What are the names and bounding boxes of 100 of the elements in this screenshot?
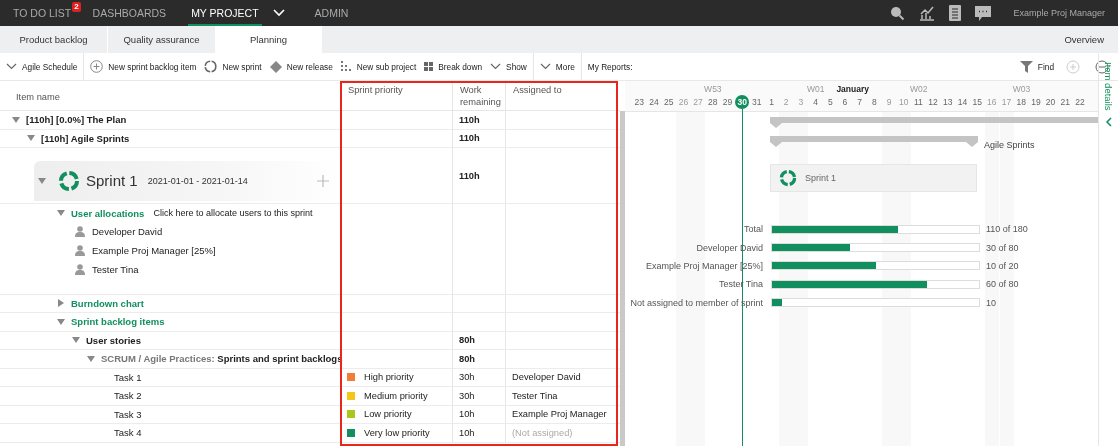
toolbar-button[interactable]: Agile Schedule xyxy=(4,53,84,80)
allocation-reading: 10 of 20 xyxy=(986,260,1019,271)
toolbar-button[interactable]: New sprint xyxy=(202,53,268,80)
toolbar-button[interactable]: New sprint backlog item xyxy=(83,53,203,80)
day-label: 28 xyxy=(707,96,719,109)
work-remaining: 10h xyxy=(459,409,475,420)
sprint-icon xyxy=(58,169,80,192)
priority-label: Medium priority xyxy=(364,390,428,401)
column-header[interactable]: Assigned to xyxy=(506,81,618,110)
search-icon[interactable] xyxy=(889,5,906,21)
assignee: Tester Tina xyxy=(512,390,558,401)
item-name: Task 2 xyxy=(114,390,142,402)
find-button[interactable]: Find xyxy=(1017,53,1060,80)
week-label: W03 xyxy=(1014,84,1029,94)
item-name: [110h] [0.0%] The Plan xyxy=(26,114,127,126)
document-icon[interactable] xyxy=(949,5,962,21)
diamond-icon[interactable] xyxy=(269,60,282,73)
item-name: Task 4 xyxy=(114,427,142,439)
day-label: 22 xyxy=(1074,96,1086,109)
allocation-reading: 110 of 180 xyxy=(986,224,1028,235)
allocation-reading: 30 of 80 xyxy=(986,242,1019,253)
toolbar-button[interactable]: Show xyxy=(488,53,533,80)
item-name: Example Proj Manager [25%] xyxy=(92,244,216,256)
sprint-name: Sprint 1 xyxy=(86,172,138,189)
day-label: 12 xyxy=(927,96,939,109)
sprint-icon[interactable] xyxy=(204,60,218,73)
chat-icon[interactable] xyxy=(975,5,992,21)
sub-tab[interactable]: Planning xyxy=(216,26,322,53)
day-label: 16 xyxy=(986,96,998,109)
work-remaining: 30h xyxy=(459,372,475,383)
item-name[interactable]: User allocations xyxy=(71,207,145,219)
day-label: 7 xyxy=(856,96,863,109)
allocate-link[interactable]: Click here to allocate users to this sprint xyxy=(153,208,313,219)
add-icon[interactable] xyxy=(90,60,104,73)
day-label: 6 xyxy=(841,96,849,109)
expand-toggle-icon[interactable] xyxy=(38,177,46,184)
expand-toggle-icon[interactable] xyxy=(57,210,65,217)
day-label: 30 xyxy=(735,95,750,109)
assignee: Example Proj Manager xyxy=(512,409,607,420)
day-label: 11 xyxy=(913,96,924,109)
filter-icon[interactable] xyxy=(1019,60,1033,73)
day-label: 31 xyxy=(751,96,763,109)
expand-toggle-icon[interactable] xyxy=(12,116,20,123)
item-name: User stories xyxy=(86,334,141,346)
item-name[interactable]: Burndown chart xyxy=(71,297,144,309)
work-remaining: 110h xyxy=(459,170,480,181)
sub-tab[interactable]: Product backlog xyxy=(0,26,108,53)
day-label: 27 xyxy=(692,96,704,109)
splitter-handle[interactable] xyxy=(620,111,625,446)
sprint-icon xyxy=(779,169,797,187)
day-label: 20 xyxy=(1044,96,1057,109)
work-remaining: 110h xyxy=(459,133,480,144)
toolbar-button[interactable]: New sub project xyxy=(338,53,423,80)
item-name: Developer David xyxy=(92,226,163,238)
dots-icon[interactable] xyxy=(340,61,352,72)
nav-tab[interactable]: ADMIN xyxy=(314,0,349,26)
allocation-label: Total xyxy=(743,224,763,235)
expand-toggle-icon[interactable] xyxy=(72,337,80,344)
chart-icon[interactable] xyxy=(919,5,936,21)
expand-toggle-icon[interactable] xyxy=(57,318,65,325)
day-label: 19 xyxy=(1030,96,1042,109)
day-label: 8 xyxy=(870,96,878,109)
assignee: Developer David xyxy=(512,372,581,383)
month-label: January xyxy=(836,84,869,94)
day-label: 1 xyxy=(768,96,775,109)
column-header[interactable]: Item name xyxy=(0,81,341,110)
bar-label: Agile Sprints xyxy=(984,140,1035,150)
priority-label: High priority xyxy=(364,372,414,383)
expand-toggle-icon[interactable] xyxy=(87,355,95,362)
chevron-left-icon[interactable] xyxy=(1105,116,1112,127)
grid-icon[interactable] xyxy=(424,62,434,71)
overview-tab[interactable]: Overview xyxy=(1050,26,1118,53)
item-name[interactable]: Sprint backlog items xyxy=(71,316,165,328)
item-name: Task 3 xyxy=(114,408,142,420)
item-details-tab[interactable]: Item details xyxy=(1103,62,1114,111)
day-label: 23 xyxy=(633,96,646,109)
column-header[interactable]: Work remaining xyxy=(453,81,506,110)
toolbar-button[interactable]: Break down xyxy=(422,53,489,80)
toolbar-button[interactable]: New release xyxy=(267,53,339,80)
column-header[interactable]: Sprint priority xyxy=(341,81,453,110)
person-icon xyxy=(75,226,85,238)
nav-tab[interactable]: DASHBOARDS xyxy=(92,0,167,26)
item-name[interactable]: SCRUM / Agile Practices: Sprints and sprint backlogs xyxy=(101,353,343,365)
day-label: 4 xyxy=(812,96,819,109)
allocation-reading: 60 of 80 xyxy=(986,279,1019,290)
week-label: W53 xyxy=(705,84,721,94)
nav-tab[interactable]: TO DO LIST xyxy=(13,0,72,26)
priority-label: Very low priority xyxy=(364,427,430,438)
expand-toggle-icon[interactable] xyxy=(27,135,35,142)
day-label: 10 xyxy=(898,96,910,109)
day-label: 21 xyxy=(1059,96,1071,109)
toolbar-button[interactable]: More xyxy=(532,53,581,80)
day-label: 24 xyxy=(648,96,660,109)
person-icon xyxy=(75,244,85,256)
expand-toggle-icon[interactable] xyxy=(58,299,64,308)
sprint-bar[interactable]: Sprint 1 xyxy=(770,164,977,192)
work-remaining: 80h xyxy=(459,335,476,346)
day-label: 2 xyxy=(782,96,790,109)
day-label: 13 xyxy=(942,96,954,109)
user-name[interactable]: Example Proj Manager xyxy=(1013,8,1105,18)
